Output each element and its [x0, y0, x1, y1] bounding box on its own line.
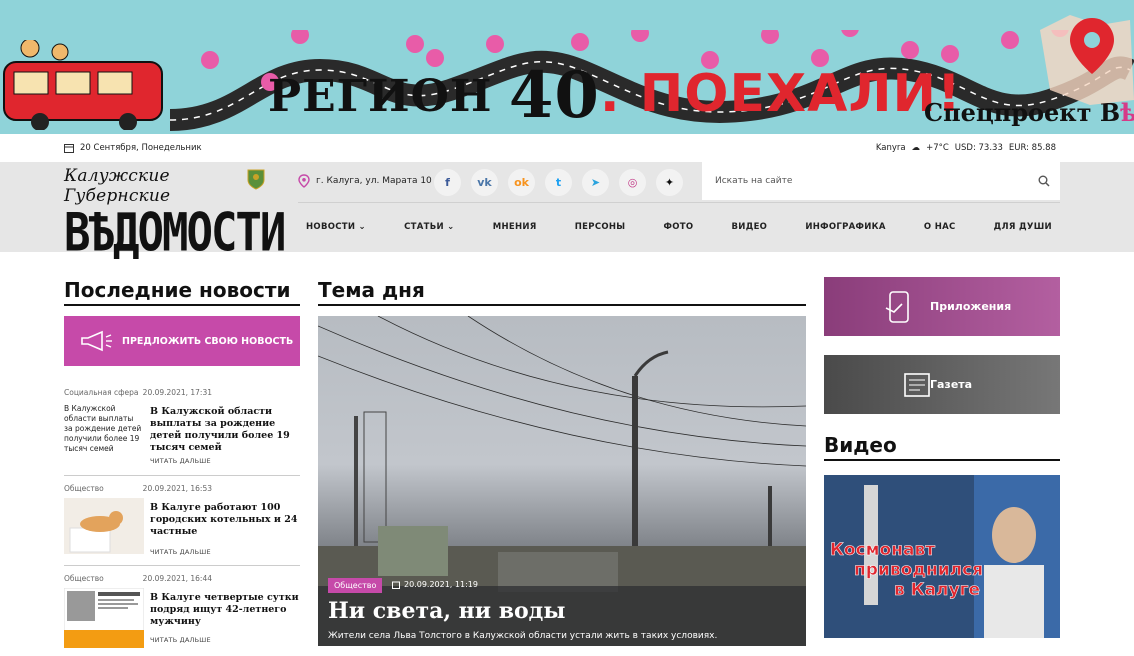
news-date: 20.09.2021, 16:44 — [142, 574, 212, 583]
news-thumbnail[interactable] — [64, 498, 144, 554]
suggest-news-label: ПРЕДЛОЖИТЬ СВОЮ НОВОСТЬ — [122, 335, 294, 347]
newspaper-label: Газета — [930, 378, 973, 391]
twitter-icon[interactable]: t — [545, 169, 572, 196]
news-category: Общество — [64, 574, 104, 583]
logo-small-text: Калужские Губернские — [64, 166, 171, 206]
list-item[interactable]: Общество 20.09.2021, 16:44 В Калуге четве… — [64, 570, 300, 656]
phone-app-icon — [885, 291, 909, 323]
hero-image — [318, 316, 806, 646]
date-text: 20 Сентября, Понедельник — [80, 143, 202, 153]
nav-item[interactable]: ДЛЯ ДУШИ — [994, 222, 1052, 232]
facebook-icon[interactable]: f — [434, 169, 461, 196]
map-pin-icon — [1040, 15, 1134, 105]
category-badge[interactable]: Общество — [328, 578, 383, 593]
read-more-link[interactable]: ЧИТАТЬ ДАЛЬШЕ — [150, 636, 211, 644]
search-icon[interactable] — [1038, 175, 1050, 187]
newspaper-icon — [904, 373, 930, 397]
newspaper-button[interactable]: Газета — [824, 355, 1060, 414]
hero-date: 20.09.2021, 11:19 — [392, 580, 478, 589]
nav-item[interactable]: НОВОСТИ ⌄ — [306, 222, 366, 232]
zen-icon[interactable]: ✦ — [656, 169, 683, 196]
news-headline[interactable]: В Калуге работают 100 городских котельны… — [150, 502, 300, 538]
news-headline[interactable]: В Калуге четвертые сутки подряд ищут 42-… — [150, 592, 300, 628]
news-category: Общество — [64, 484, 104, 493]
video-thumbnail: Космонавт приводнился в Калуге — [824, 475, 1060, 638]
nav-item[interactable]: О НАС — [924, 222, 956, 232]
hero-date-text: 20.09.2021, 11:19 — [404, 580, 478, 589]
location-pin-icon — [298, 174, 310, 188]
news-thumbnail[interactable] — [64, 588, 144, 648]
nav-item[interactable]: ФОТО — [664, 222, 694, 232]
vk-icon[interactable]: vk — [471, 169, 498, 196]
instagram-icon[interactable]: ◎ — [619, 169, 646, 196]
nav-item[interactable]: МНЕНИЯ — [493, 222, 537, 232]
site-logo[interactable]: Калужские Губернские ВѢДОМОСТИ — [64, 166, 286, 261]
megaphone-icon — [81, 330, 112, 352]
topic-of-day-title: Тема дня — [318, 278, 806, 306]
eur-rate: EUR: 85.88 — [1008, 143, 1056, 153]
site-header: Калужские Губернские ВѢДОМОСТИ г. Калуга… — [0, 162, 1134, 261]
hero-headline[interactable]: Ни света, ни воды — [328, 598, 565, 624]
usd-rate: USD: 73.33 — [954, 143, 1003, 153]
read-more-link[interactable]: ЧИТАТЬ ДАЛЬШЕ — [150, 457, 211, 465]
odnoklassniki-icon[interactable]: ok — [508, 169, 535, 196]
nav-item[interactable]: ИНФОГРАФИКА — [805, 222, 885, 232]
crest-icon — [247, 169, 265, 190]
info-bar: 20 Сентября, Понедельник Kanyra ☁ +7°C U… — [0, 134, 1134, 162]
news-date: 20.09.2021, 16:53 — [142, 484, 212, 493]
social-links: f vk ok t ➤ ◎ ✦ — [434, 169, 683, 196]
topic-of-day: Тема дня Общество 20.09.2021, 11:19 Ни с… — [318, 278, 806, 646]
latest-news: Последние новости ПРЕДЛОЖИТЬ СВОЮ НОВОСТ… — [64, 278, 300, 656]
svg-text:приводнился: приводнился — [854, 560, 983, 580]
nav-item[interactable]: СТАТЬИ ⌄ — [404, 222, 455, 232]
main-nav: НОВОСТИ ⌄ СТАТЬИ ⌄ МНЕНИЯ ПЕРСОНЫ ФОТО ВИДЕО И… — [298, 202, 1060, 250]
hero-article[interactable]: Общество 20.09.2021, 11:19 Ни света, ни … — [318, 316, 806, 646]
banner-title: РЕГИОН 40. ПОЕХАЛИ! — [268, 52, 962, 133]
news-category: Социальная сфера — [64, 388, 139, 397]
calendar-icon — [64, 144, 74, 153]
calendar-icon — [392, 581, 400, 589]
logo-big-text: ВѢДОМОСТИ — [64, 202, 286, 264]
search-input[interactable] — [702, 163, 1022, 199]
right-sidebar: Приложения Газета Видео Космонавт привод… — [824, 277, 1060, 638]
current-date: 20 Сентября, Понедельник — [64, 143, 202, 153]
video-player[interactable]: Космонавт приводнился в Калуге — [824, 475, 1060, 638]
banner-title-text: РЕГИОН — [268, 71, 493, 122]
nav-item[interactable]: ПЕРСОНЫ — [575, 222, 626, 232]
list-item[interactable]: Социальная сфера 20.09.2021, 17:31 В Калу… — [64, 388, 300, 476]
apps-label: Приложения — [930, 300, 1012, 313]
apps-button[interactable]: Приложения — [824, 277, 1060, 336]
latest-news-title: Последние новости — [64, 278, 300, 306]
video-section-title: Видео — [824, 433, 1060, 461]
bus-illustration — [3, 40, 163, 130]
news-thumbnail[interactable]: В Калужской области выплаты за рождение … — [64, 404, 144, 454]
news-date: 20.09.2021, 17:31 — [142, 388, 212, 397]
telegram-icon[interactable]: ➤ — [582, 169, 609, 196]
city-name: Kanyra — [875, 143, 906, 153]
news-headline[interactable]: В Калужской области выплаты за рождение … — [150, 406, 300, 454]
cloud-sun-icon: ☁ — [911, 143, 921, 153]
address: г. Калуга, ул. Марата 10 — [298, 174, 432, 188]
suggest-news-button[interactable]: ПРЕДЛОЖИТЬ СВОЮ НОВОСТЬ — [64, 316, 300, 366]
svg-text:в Калуге: в Калуге — [894, 580, 980, 600]
search-bar — [702, 162, 1060, 200]
special-project-banner[interactable]: РЕГИОН 40. ПОЕХАЛИ! Спецпроект Вѣ — [0, 0, 1134, 134]
banner-title-slogan: . ПОЕХАЛИ! — [599, 64, 962, 124]
banner-title-number: 40 — [508, 58, 600, 133]
svg-text:Космонавт: Космонавт — [830, 540, 935, 560]
read-more-link[interactable]: ЧИТАТЬ ДАЛЬШЕ — [150, 548, 211, 556]
list-item[interactable]: Общество 20.09.2021, 16:53 В Калуге работ… — [64, 480, 300, 566]
nav-item[interactable]: ВИДЕО — [732, 222, 768, 232]
address-text: г. Калуга, ул. Марата 10 — [316, 176, 432, 186]
weather-currency: Kanyra ☁ +7°C USD: 73.33 EUR: 85.88 — [876, 143, 1056, 153]
temperature: +7°C — [926, 143, 949, 153]
